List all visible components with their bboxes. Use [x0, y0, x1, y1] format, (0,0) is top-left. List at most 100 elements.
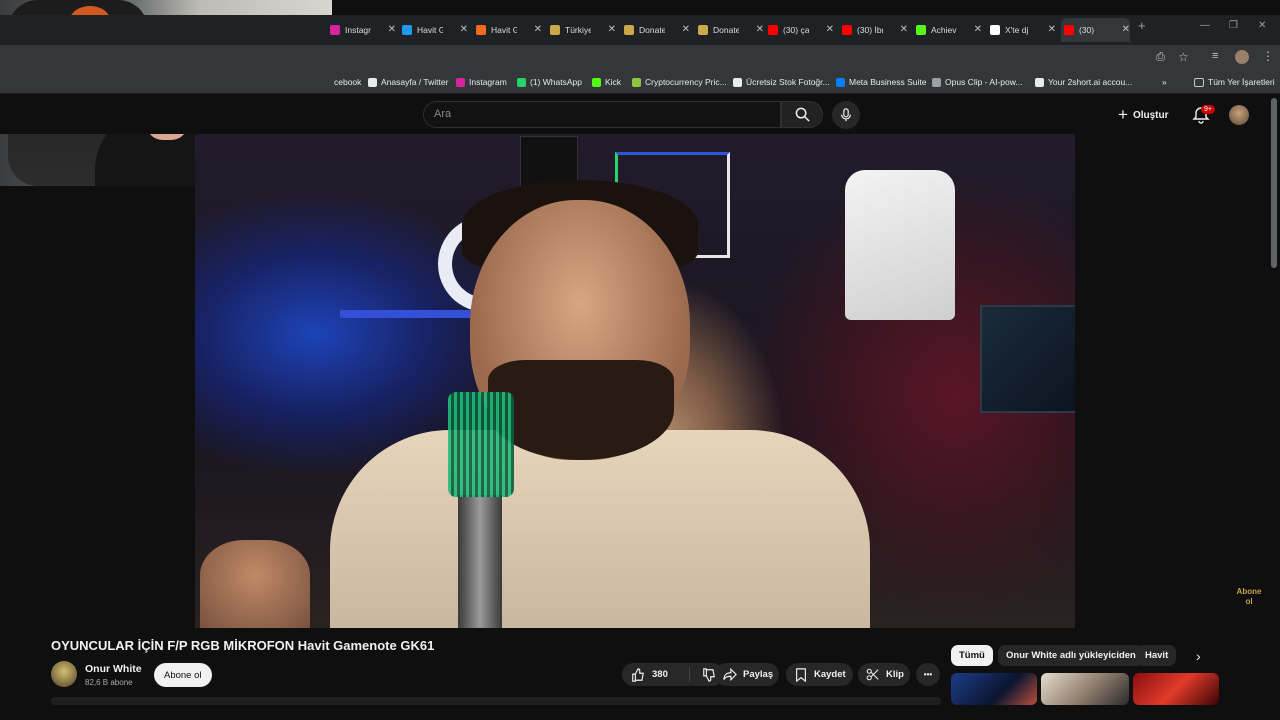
all-bookmarks-label: Tüm Yer İşaretleri [1208, 77, 1275, 87]
browser-tab[interactable]: Türkiye ✕ [547, 18, 616, 42]
bookmark-label: Anasayfa / Twitter [381, 77, 449, 87]
install-app-icon[interactable]: ⎙ [1156, 51, 1165, 64]
filter-chip[interactable]: Havit [1137, 645, 1177, 666]
like-button[interactable]: 380 [622, 667, 690, 682]
bookmark-item[interactable]: Instagram [456, 77, 507, 87]
browser-tab[interactable]: Achiev ✕ [913, 18, 982, 42]
subscribe-watermark[interactable]: Abone ol [1236, 587, 1262, 613]
account-avatar[interactable] [1229, 105, 1249, 125]
close-tab-icon[interactable]: ✕ [1048, 24, 1056, 35]
search-input[interactable] [423, 101, 781, 128]
close-tab-icon[interactable]: ✕ [534, 24, 542, 35]
meta-icon [836, 77, 845, 87]
clip-label: Klip [886, 669, 904, 680]
presenter-shirt [330, 430, 870, 628]
browser-tab[interactable]: Instagr ✕ [327, 18, 396, 42]
tab-title: (30) çay [783, 25, 809, 35]
close-tab-icon[interactable]: ✕ [608, 24, 616, 35]
presenter-hand [200, 540, 310, 628]
share-icon [723, 668, 737, 681]
bookmark-item[interactable]: Opus Clip - AI-pow... [932, 77, 1022, 87]
presenter-beard [488, 360, 674, 460]
close-tab-icon[interactable]: ✕ [974, 24, 982, 35]
coin-icon [698, 25, 708, 35]
browser-tab[interactable]: Havit G ✕ [473, 18, 542, 42]
address-bar-row: ⎙ ☆ ≡ ⋮ [0, 45, 1280, 71]
bookmark-item[interactable]: Cryptocurrency Pric... [632, 77, 727, 87]
video-player[interactable] [195, 134, 1075, 628]
restore-button[interactable]: ❐ [1229, 20, 1238, 31]
browser-tab[interactable]: Havit G ✕ [399, 18, 468, 42]
x-icon [368, 77, 377, 87]
microphone-stand [458, 495, 502, 628]
browser-tab[interactable]: (30) çay ✕ [765, 18, 834, 42]
bookmark-item[interactable]: Your 2short.ai accou... [1035, 77, 1132, 87]
browser-tab[interactable]: Donate ✕ [621, 18, 690, 42]
bookmark-item[interactable]: Meta Business Suite [836, 77, 926, 87]
video-title: OYUNCULAR İÇİN F/P RGB MİKROFON Havit Ga… [51, 638, 435, 653]
close-window-button[interactable]: ✕ [1258, 20, 1266, 31]
dislike-button[interactable] [690, 667, 716, 682]
close-tab-icon[interactable]: ✕ [682, 24, 690, 35]
profile-avatar[interactable] [1235, 50, 1249, 64]
search-button[interactable] [781, 101, 823, 128]
page-scrollbar[interactable] [1271, 98, 1277, 268]
bookmark-item[interactable]: Anasayfa / Twitter [368, 77, 448, 87]
tab-title: Achiev [931, 25, 957, 35]
like-count: 380 [652, 669, 668, 680]
bookmark-item[interactable]: Ücretsiz Stok Fotoğr... [733, 77, 830, 87]
close-tab-icon[interactable]: ✕ [826, 24, 834, 35]
chevron-right-icon[interactable]: › [1196, 648, 1201, 664]
close-tab-icon[interactable]: ✕ [900, 24, 908, 35]
related-video-thumbnail[interactable] [1133, 673, 1219, 705]
new-tab-button[interactable]: + [1138, 18, 1146, 33]
opus-icon [932, 77, 941, 87]
bookmark-item[interactable]: Kick [592, 77, 621, 87]
create-button[interactable]: + Oluştur [1118, 104, 1169, 126]
related-video-thumbnail[interactable] [951, 673, 1037, 705]
save-button[interactable]: Kaydet [786, 663, 853, 686]
tab-title: Türkiye [565, 25, 591, 35]
thumbs-up-icon [632, 667, 644, 682]
related-video-thumbnail[interactable] [1041, 673, 1129, 705]
tab-title: Donate [713, 25, 739, 35]
browser-menu-icon[interactable]: ⋮ [1262, 49, 1274, 63]
bookmark-label: Your 2short.ai accou... [1048, 77, 1133, 87]
coin-icon [624, 25, 634, 35]
all-bookmarks-button[interactable]: Tüm Yer İşaretleri [1194, 77, 1275, 87]
media-control-icon[interactable]: ≡ [1212, 50, 1218, 62]
browser-tab[interactable]: X'te dj ✕ [987, 18, 1056, 42]
filter-chip[interactable]: Tümü [951, 645, 993, 666]
channel-name[interactable]: Onur White [85, 663, 142, 675]
bookmark-item[interactable]: (1) WhatsApp [517, 77, 582, 87]
bookmark-label: Opus Clip - AI-pow... [945, 77, 1023, 87]
close-tab-icon[interactable]: ✕ [388, 24, 396, 35]
instagram-icon [330, 25, 340, 35]
bookmark-star-icon[interactable]: ☆ [1178, 50, 1189, 64]
browser-tab[interactable]: Donate ✕ [695, 18, 764, 42]
rgb-microphone [448, 392, 514, 497]
bookmark-label: cebook [334, 77, 362, 87]
dash-icon [1035, 77, 1044, 87]
browser-tab[interactable]: (30) İbr ✕ [839, 18, 908, 42]
close-tab-icon[interactable]: ✕ [1122, 24, 1130, 35]
share-label: Paylaş [743, 669, 774, 680]
minimize-button[interactable]: — [1200, 20, 1210, 31]
tab-title: Instagr [345, 25, 371, 35]
bookmark-item[interactable]: cebook [334, 77, 361, 87]
save-label: Kaydet [814, 669, 846, 680]
close-tab-icon[interactable]: ✕ [460, 24, 468, 35]
browser-tab[interactable]: (30) ✕ [1061, 18, 1130, 42]
channel-avatar[interactable] [51, 661, 77, 687]
close-tab-icon[interactable]: ✕ [756, 24, 764, 35]
filter-chip[interactable]: Onur White adlı yükleyiciden [998, 645, 1144, 666]
search-icon [795, 107, 810, 122]
voice-search-button[interactable] [832, 101, 860, 129]
tab-title: X'te dj [1005, 25, 1029, 35]
subscribe-button[interactable]: Abone ol [154, 663, 212, 687]
share-button[interactable]: Paylaş [715, 663, 779, 686]
clip-button[interactable]: Klip [858, 663, 910, 686]
more-actions-button[interactable]: ••• [916, 663, 940, 686]
bookmarks-overflow-button[interactable]: » [1162, 77, 1167, 87]
bookmark-label: (1) WhatsApp [530, 77, 582, 87]
